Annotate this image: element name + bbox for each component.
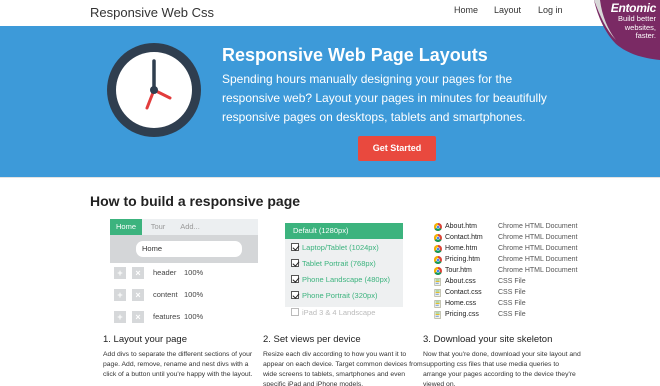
chrome-icon [434,245,442,253]
file-type: CSS File [498,278,526,285]
checkbox[interactable] [291,275,299,283]
get-started-button[interactable]: Get Started [358,136,436,161]
file-name: Home.css [445,300,477,307]
size-label: Phone Portrait (320px) [302,291,378,300]
remove-icon[interactable]: × [132,311,144,323]
row-label: content [153,290,178,299]
size-option-tablet-portrait[interactable]: Tablet Portrait (768px) [291,259,376,269]
file-type: CSS File [498,289,526,296]
file-type: Chrome HTML Document [498,267,578,274]
size-option-phone-portrait[interactable]: Phone Portrait (320px) [291,291,377,301]
add-icon[interactable]: + [114,289,126,301]
remove-icon[interactable]: × [132,289,144,301]
tab-tour[interactable]: Tour [144,219,172,235]
step-3-text: Now that you're done, download your site… [423,351,581,386]
file-name: Contact.css [445,289,482,296]
file-name: Tour.htm [445,267,472,274]
chrome-icon [434,234,442,242]
corner-tagline-3: faster. [635,31,656,40]
file-name: Home.htm [445,245,478,252]
brand-logo-text[interactable]: Responsive Web Css [90,5,214,20]
size-option-laptop[interactable]: Laptop/Tablet (1024px) [291,243,379,253]
file-name: About.css [445,278,476,285]
size-option-ipad-landscape[interactable]: iPad 3 & 4 Landscape [291,308,375,318]
checkbox[interactable] [291,259,299,267]
css-file-icon [434,311,441,319]
file-type: Chrome HTML Document [498,256,578,263]
add-icon[interactable]: + [114,311,126,323]
step-1-text: Add divs to separate the different secti… [103,351,253,378]
nav-link-layout[interactable]: Layout [494,5,521,15]
step-2-heading: 2. Set views per device [263,334,361,345]
chrome-icon [434,267,442,275]
file-name: Pricing.htm [445,256,481,263]
size-label: Tablet Portrait (768px) [302,259,376,268]
checkbox[interactable] [291,243,299,251]
file-type: Chrome HTML Document [498,245,578,252]
size-label: Laptop/Tablet (1024px) [302,243,379,252]
checkbox[interactable] [291,291,299,299]
file-name: Pricing.css [445,311,479,318]
file-name: Contact.htm [445,234,483,241]
size-option-phone-landscape[interactable]: Phone Landscape (480px) [291,275,390,285]
remove-icon[interactable]: × [132,267,144,279]
tab-home[interactable]: Home [110,219,142,235]
tab-add[interactable]: Add... [176,219,204,235]
file-type: Chrome HTML Document [498,234,578,241]
top-navbar: Responsive Web Css Home Layout Log in [0,0,660,26]
chrome-icon [434,223,442,231]
editor-tabs: Home Tour Add... [110,219,258,235]
div-name-input[interactable]: Home [136,241,242,257]
clock-icon [107,43,201,137]
file-name: About.htm [445,223,477,230]
nav-link-login[interactable]: Log in [538,5,563,15]
row-label: header [153,268,177,277]
hero-banner: Responsive Web Page Layouts Spending hou… [0,26,660,177]
entomic-logo: Entomic [610,1,657,15]
css-file-icon [434,300,441,308]
section-divider [0,177,660,178]
css-file-icon [434,289,441,297]
size-label: Phone Landscape (480px) [302,275,390,284]
size-label: iPad 3 & 4 Landscape [302,308,376,317]
file-type: CSS File [498,300,526,307]
file-type: CSS File [498,311,526,318]
editor-main-bar: Home [110,235,258,263]
device-size-header[interactable]: Default (1280px) [285,223,403,239]
step-2-text: Resize each div according to how you wan… [263,351,423,386]
checkbox[interactable] [291,308,299,316]
nav-link-home[interactable]: Home [454,5,478,15]
row-width: 100% [184,312,204,321]
chrome-icon [434,256,442,264]
section-title: How to build a responsive page [90,193,301,209]
row-width: 100% [184,290,204,299]
entomic-corner-badge[interactable]: Entomic Build better websites, faster. [590,0,660,60]
step-1-heading: 1. Layout your page [103,334,187,345]
hero-title: Responsive Web Page Layouts [222,45,488,65]
corner-text: Entomic Build better websites, faster. [610,1,657,41]
hero-description: Spending hours manually designing your p… [222,72,547,124]
row-width: 100% [184,268,204,277]
css-file-icon [434,278,441,286]
add-icon[interactable]: + [114,267,126,279]
file-type: Chrome HTML Document [498,223,578,230]
step-3-heading: 3. Download your site skeleton [423,334,553,345]
row-label: features [153,312,181,321]
